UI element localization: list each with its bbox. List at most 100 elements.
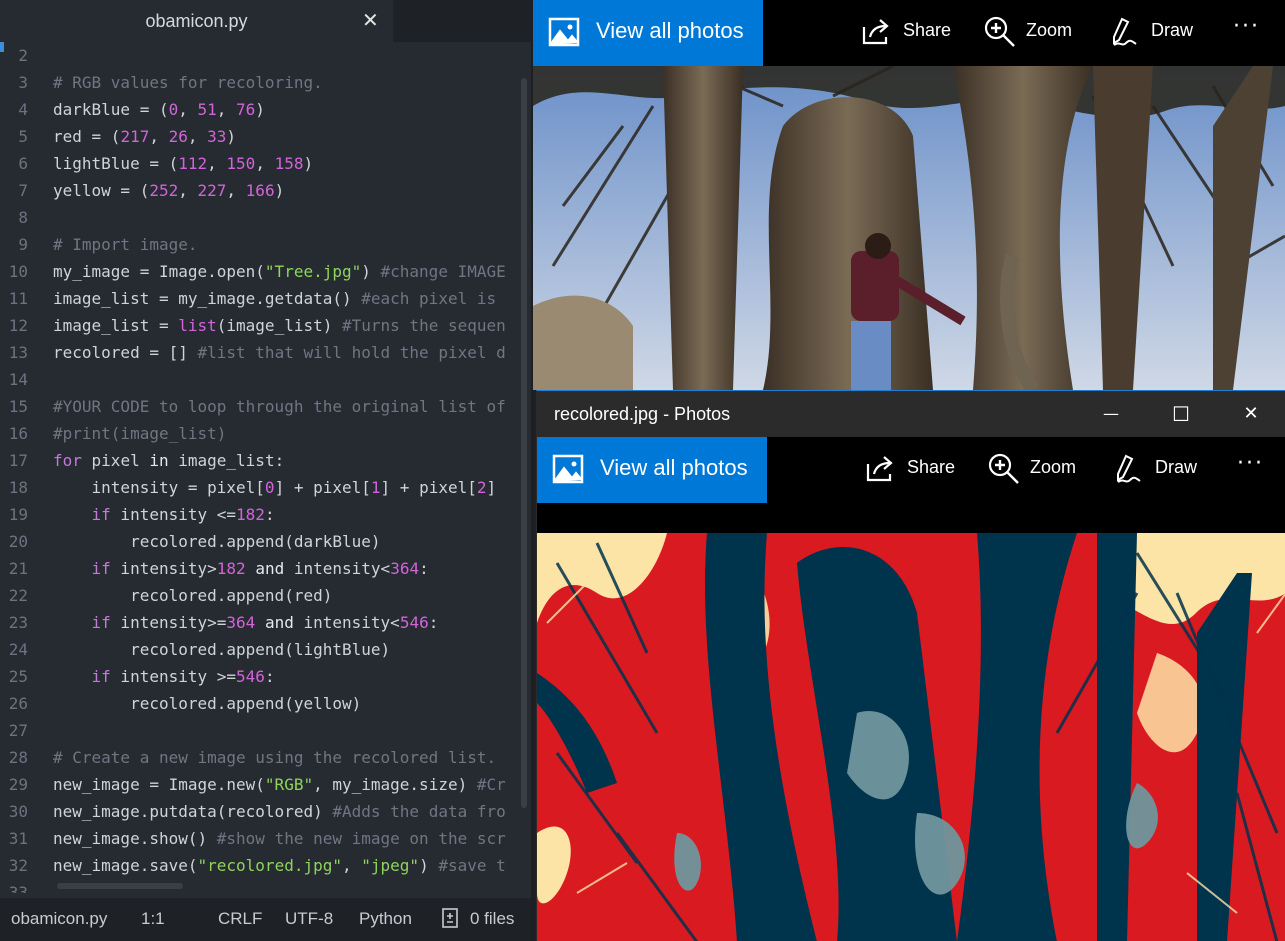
- code-line[interactable]: 21 if intensity>182 and intensity<364:: [0, 555, 531, 582]
- status-language[interactable]: Python: [359, 909, 412, 929]
- code-line[interactable]: 26 recolored.append(yellow): [0, 690, 531, 717]
- line-number: 15: [8, 397, 28, 416]
- code-text: new_image.save("recolored.jpg", "jpeg") …: [53, 856, 506, 875]
- code-line[interactable]: 28 # Create a new image using the recolor…: [0, 744, 531, 771]
- share-label: Share: [903, 20, 952, 40]
- line-number: 32: [8, 856, 28, 875]
- code-text: new_image.putdata(recolored) #Adds the d…: [53, 802, 506, 821]
- code-line[interactable]: 12 image_list = list(image_list) #Turns t…: [0, 312, 531, 339]
- horizontal-scrollbar[interactable]: [57, 883, 183, 889]
- status-line-ending[interactable]: CRLF: [218, 909, 262, 929]
- share-icon: [866, 456, 893, 482]
- code-text: my_image = Image.open("Tree.jpg") #chang…: [53, 262, 506, 281]
- line-number: 4: [18, 100, 28, 119]
- photos-command-bar: View all photos Share Zoom Draw ···: [533, 0, 1285, 66]
- code-text: new_image.show() #show the new image on …: [53, 829, 506, 848]
- share-icon: [862, 19, 889, 45]
- code-line[interactable]: 27: [0, 717, 531, 744]
- git-diff-icon[interactable]: [441, 907, 461, 934]
- maximize-button[interactable]: ☐: [1146, 391, 1216, 437]
- code-line[interactable]: 19 if intensity <=182:: [0, 501, 531, 528]
- tab-title: obamicon.py: [145, 11, 248, 31]
- line-number: 10: [8, 262, 28, 281]
- code-text: recolored.append(yellow): [53, 694, 362, 713]
- code-line[interactable]: 9 # Import image.: [0, 231, 531, 258]
- code-line[interactable]: 11 image_list = my_image.getdata() #each …: [0, 285, 531, 312]
- code-text: recolored.append(lightBlue): [53, 640, 391, 659]
- line-number: 14: [8, 370, 28, 389]
- line-number: 16: [8, 424, 28, 443]
- code-line[interactable]: 18 intensity = pixel[0] + pixel[1] + pix…: [0, 474, 531, 501]
- code-line[interactable]: 4 darkBlue = (0, 51, 76): [0, 96, 531, 123]
- line-number: 24: [8, 640, 28, 659]
- zoom-label: Zoom: [1026, 20, 1073, 40]
- line-number: 19: [8, 505, 28, 524]
- code-text: #print(image_list): [53, 424, 227, 443]
- code-text: if intensity>=364 and intensity<546:: [91, 613, 439, 632]
- vertical-scrollbar[interactable]: [521, 78, 527, 808]
- code-line[interactable]: 20 recolored.append(darkBlue): [0, 528, 531, 555]
- zoom-icon: [984, 16, 1015, 47]
- line-number: 26: [8, 694, 28, 713]
- code-text: red = (217, 26, 33): [53, 127, 237, 146]
- code-text: image_list = list(image_list) #Turns the…: [53, 316, 506, 335]
- line-number: 6: [18, 154, 28, 173]
- code-line[interactable]: 16 #print(image_list): [0, 420, 531, 447]
- code-line[interactable]: 5 red = (217, 26, 33): [0, 123, 531, 150]
- code-line[interactable]: 17 for pixel in image_list:: [0, 447, 531, 474]
- code-line[interactable]: 31 new_image.show() #show the new image o…: [0, 825, 531, 852]
- code-line[interactable]: 15 #YOUR CODE to loop through the origina…: [0, 393, 531, 420]
- code-line[interactable]: 8: [0, 204, 531, 231]
- line-number: 3: [18, 73, 28, 92]
- more-options-icon[interactable]: ···: [1233, 14, 1260, 39]
- line-number: 30: [8, 802, 28, 821]
- code-text: intensity = pixel[0] + pixel[1] + pixel[…: [53, 478, 497, 497]
- code-line[interactable]: 2: [0, 42, 531, 69]
- code-line[interactable]: 23 if intensity>=364 and intensity<546:: [0, 609, 531, 636]
- code-line[interactable]: 30 new_image.putdata(recolored) #Adds the…: [0, 798, 531, 825]
- code-line[interactable]: 29 new_image = Image.new("RGB", my_image.…: [0, 771, 531, 798]
- draw-label: Draw: [1151, 20, 1194, 40]
- zoom-icon: [988, 453, 1019, 484]
- line-number: 27: [8, 721, 28, 740]
- line-number: 9: [18, 235, 28, 254]
- view-all-photos-button-front[interactable]: View all photos: [537, 437, 767, 503]
- code-line[interactable]: 25 if intensity >=546:: [0, 663, 531, 690]
- code-text: recolored.append(red): [53, 586, 333, 605]
- line-number: 28: [8, 748, 28, 767]
- status-file-name[interactable]: obamicon.py: [11, 909, 107, 929]
- more-options-icon[interactable]: ···: [1237, 451, 1264, 476]
- code-line[interactable]: 6 lightBlue = (112, 150, 158): [0, 150, 531, 177]
- view-all-photos-label: View all photos: [600, 455, 748, 480]
- code-line[interactable]: 22 recolored.append(red): [0, 582, 531, 609]
- line-number: 2: [18, 46, 28, 65]
- code-text: for pixel in image_list:: [53, 451, 285, 470]
- code-text: # RGB values for recoloring.: [53, 73, 323, 92]
- code-line[interactable]: 24 recolored.append(lightBlue): [0, 636, 531, 663]
- view-all-photos-button[interactable]: View all photos: [533, 0, 763, 66]
- code-line[interactable]: 3 # RGB values for recoloring.: [0, 69, 531, 96]
- code-line[interactable]: 14: [0, 366, 531, 393]
- code-text: recolored = [] #list that will hold the …: [53, 343, 506, 362]
- code-line[interactable]: 32 new_image.save("recolored.jpg", "jpeg"…: [0, 852, 531, 879]
- line-number: 23: [8, 613, 28, 632]
- line-number: 12: [8, 316, 28, 335]
- code-line[interactable]: 13 recolored = [] #list that will hold th…: [0, 339, 531, 366]
- tree-photo: [533, 66, 1285, 390]
- draw-icon: [1117, 454, 1141, 483]
- code-line[interactable]: 7 yellow = (252, 227, 166): [0, 177, 531, 204]
- close-icon[interactable]: ✕: [362, 8, 379, 32]
- tab-obamicon[interactable]: obamicon.py ✕: [0, 0, 393, 42]
- code-line[interactable]: 10 my_image = Image.open("Tree.jpg") #cha…: [0, 258, 531, 285]
- code-area[interactable]: 2 3 # RGB values for recoloring. 4 darkBlue …: [0, 42, 531, 893]
- line-number: 8: [18, 208, 28, 227]
- status-files[interactable]: 0 files: [470, 909, 514, 929]
- title-bar[interactable]: recolored.jpg - Photos — ☐ ✕: [537, 391, 1285, 437]
- close-button[interactable]: ✕: [1216, 391, 1285, 437]
- status-cursor-position[interactable]: 1:1: [141, 909, 165, 929]
- minimize-button[interactable]: —: [1076, 391, 1146, 437]
- code-text: yellow = (252, 227, 166): [53, 181, 285, 200]
- line-number: 31: [8, 829, 28, 848]
- status-encoding[interactable]: UTF-8: [285, 909, 333, 929]
- line-number: 20: [8, 532, 28, 551]
